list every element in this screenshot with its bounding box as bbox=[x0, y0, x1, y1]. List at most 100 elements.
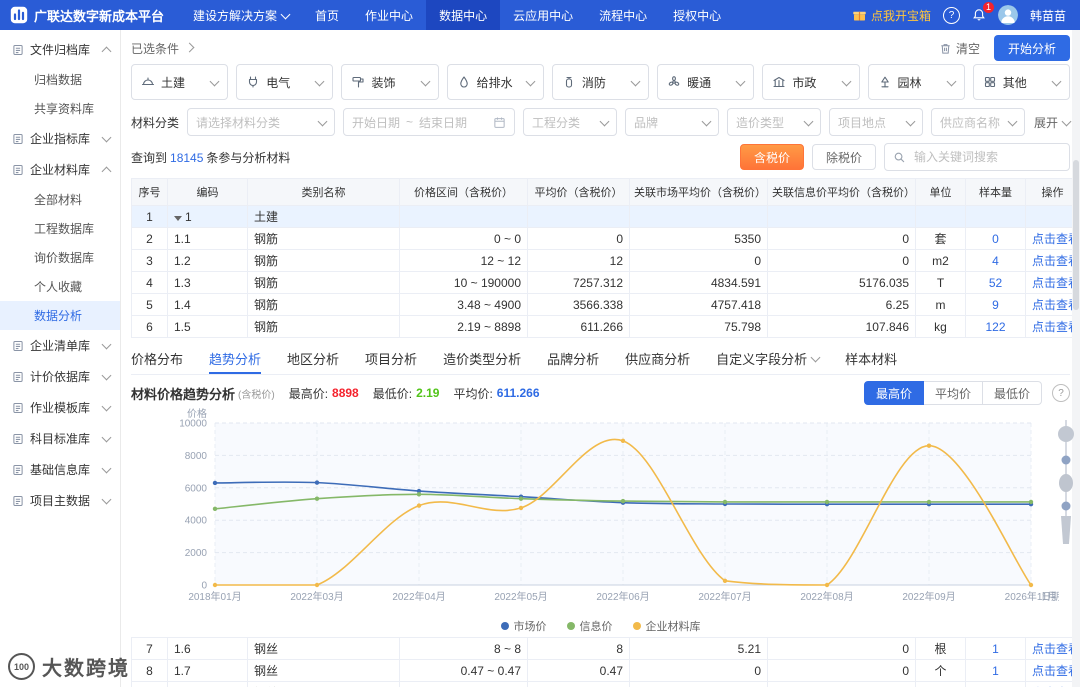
sidebar: 文件归档库 归档数据 共享资料库 企业指标库 企业材料库 全部材料 工程数据库 询价数据库 个人… bbox=[0, 30, 121, 687]
condition-bar: 已选条件 清空 开始分析 bbox=[131, 32, 1070, 64]
sidebar-group-enterprise-list[interactable]: 企业清单库 bbox=[0, 330, 120, 361]
materials-table: 序号 编码 类别名称 价格区间（含税价） 平均价（含税价） 关联市场平均价（含税价） 关联信… bbox=[131, 178, 1080, 338]
date-range-picker[interactable]: 开始日期 ~ 结束日期 bbox=[343, 108, 516, 136]
sidebar-group-enterprise-indicator[interactable]: 企业指标库 bbox=[0, 123, 120, 154]
table-row: 4 1.3 钢筋 10 ~ 190000 7257.312 4834.591 5176.03… bbox=[131, 271, 1080, 294]
sidebar-group-enterprise-material[interactable]: 企业材料库 bbox=[0, 154, 120, 185]
category-chip-decoration[interactable]: 装饰 bbox=[341, 64, 439, 100]
tab-trend-analysis[interactable]: 趋势分析 bbox=[209, 344, 262, 374]
chart-help-icon[interactable]: ? bbox=[1052, 384, 1070, 402]
chevron-up-icon bbox=[101, 166, 112, 176]
search-input[interactable] bbox=[912, 149, 1061, 165]
category-chip-electrical[interactable]: 电气 bbox=[236, 64, 334, 100]
sample-count-link[interactable]: 9 bbox=[992, 298, 999, 312]
nav-item-cloud-app-center[interactable]: 云应用中心 bbox=[500, 0, 586, 30]
category-chip-plumbing[interactable]: 给排水 bbox=[446, 64, 544, 100]
collapse-caret-icon[interactable] bbox=[174, 215, 182, 221]
svg-text:日期: 日期 bbox=[1041, 591, 1059, 603]
page-scrollbar[interactable] bbox=[1072, 30, 1080, 687]
project-location-select[interactable]: 项目地点 bbox=[829, 108, 924, 136]
nav-item-data-center[interactable]: 数据中心 bbox=[426, 0, 501, 30]
floating-decoration[interactable] bbox=[1053, 420, 1077, 552]
tax-included-button[interactable]: 含税价 bbox=[739, 144, 804, 170]
sidebar-item-project-db[interactable]: 工程数据库 bbox=[0, 214, 120, 243]
username[interactable]: 韩苗苗 bbox=[1030, 7, 1066, 24]
clear-button[interactable]: 清空 bbox=[939, 40, 980, 57]
sidebar-group-basic-info[interactable]: 基础信息库 bbox=[0, 454, 120, 485]
sidebar-item-inquiry-db[interactable]: 询价数据库 bbox=[0, 243, 120, 272]
nav-item-auth-center[interactable]: 授权中心 bbox=[660, 0, 734, 30]
category-chip-fire[interactable]: 消防 bbox=[551, 64, 650, 100]
tax-excluded-button[interactable]: 除税价 bbox=[811, 144, 876, 170]
sidebar-group-file-archive[interactable]: 文件归档库 bbox=[0, 34, 120, 65]
legend-item-企业材料库[interactable]: 企业材料库 bbox=[632, 618, 701, 634]
sidebar-group-subject-standard[interactable]: 科目标准库 bbox=[0, 423, 120, 454]
metric-max-button[interactable]: 最高价 bbox=[863, 381, 924, 405]
breadcrumb[interactable]: 已选条件 bbox=[131, 40, 195, 57]
sidebar-item-data-analysis[interactable]: 数据分析 bbox=[0, 301, 120, 330]
tab-project-analysis[interactable]: 项目分析 bbox=[365, 344, 417, 374]
brand-select[interactable]: 品牌 bbox=[625, 108, 720, 136]
tab-region-analysis[interactable]: 地区分析 bbox=[287, 344, 339, 374]
treasure-box-button[interactable]: 点我开宝箱 bbox=[852, 7, 931, 24]
sidebar-item-archive-data[interactable]: 归档数据 bbox=[0, 65, 120, 94]
category-chip-civil[interactable]: 土建 bbox=[131, 64, 229, 100]
tab-custom-field-analysis[interactable]: 自定义字段分析 bbox=[716, 344, 821, 374]
main-nav: 建设方解决方案 首页 作业中心 数据中心 云应用中心 流程中心 授权中心 bbox=[180, 0, 734, 30]
legend-item-信息价[interactable]: 信息价 bbox=[566, 618, 613, 634]
svg-text:8000: 8000 bbox=[185, 451, 208, 462]
sample-count-link[interactable]: 52 bbox=[989, 276, 1002, 290]
legend-item-市场价[interactable]: 市场价 bbox=[500, 618, 547, 634]
cost-type-select[interactable]: 造价类型 bbox=[727, 108, 822, 136]
category-chip-other[interactable]: 其他 bbox=[972, 64, 1070, 100]
chevron-down-icon bbox=[101, 401, 112, 412]
analysis-tabs: 价格分布 趋势分析 地区分析 项目分析 造价类型分析 品牌分析 供应商分析 自定义字段分析 样本… bbox=[131, 344, 1070, 375]
sample-count-link[interactable]: 4 bbox=[992, 254, 999, 268]
sidebar-item-favorites[interactable]: 个人收藏 bbox=[0, 272, 120, 301]
avatar[interactable] bbox=[997, 5, 1018, 25]
project-category-select[interactable]: 工程分类 bbox=[523, 108, 618, 136]
tab-brand-analysis[interactable]: 品牌分析 bbox=[547, 344, 599, 374]
sample-count-link[interactable]: 1 bbox=[992, 664, 999, 678]
nav-item-home[interactable]: 首页 bbox=[302, 0, 352, 30]
help-icon[interactable]: ? bbox=[942, 6, 960, 24]
sample-count-link[interactable]: 0 bbox=[992, 232, 999, 246]
search-box[interactable] bbox=[884, 143, 1070, 171]
sidebar-item-all-materials[interactable]: 全部材料 bbox=[0, 185, 120, 214]
metric-min-button[interactable]: 最低价 bbox=[981, 381, 1042, 405]
supplier-name-select[interactable]: 供应商名称 bbox=[931, 108, 1026, 136]
metric-avg-button[interactable]: 平均价 bbox=[922, 381, 983, 405]
project-master-icon bbox=[12, 495, 24, 507]
plumbing-icon bbox=[457, 75, 471, 89]
sidebar-group-work-template[interactable]: 作业模板库 bbox=[0, 392, 120, 423]
result-bar: 查询到 18145 条参与分析材料 含税价 除税价 bbox=[131, 142, 1070, 172]
chevron-down-icon bbox=[1051, 76, 1062, 86]
tab-sample-materials[interactable]: 样本材料 bbox=[845, 344, 897, 374]
tab-cost-type-analysis[interactable]: 造价类型分析 bbox=[443, 344, 521, 374]
nav-item-solution[interactable]: 建设方解决方案 bbox=[180, 0, 302, 30]
sidebar-item-shared-library[interactable]: 共享资料库 bbox=[0, 94, 120, 123]
chevron-down-icon bbox=[420, 76, 431, 86]
brand: 广联达数字新成本平台 bbox=[0, 6, 180, 25]
start-analysis-button[interactable]: 开始分析 bbox=[993, 35, 1070, 61]
material-category-select[interactable]: 请选择材料分类 bbox=[187, 108, 336, 136]
column-header: 样本量 bbox=[965, 178, 1026, 206]
notification-bell-icon[interactable]: 1 bbox=[972, 2, 994, 22]
enterprise-list-icon bbox=[12, 340, 24, 352]
sample-count-link[interactable]: 1 bbox=[992, 642, 999, 656]
category-chip-municipal[interactable]: 市政 bbox=[762, 64, 860, 100]
nav-item-work-center[interactable]: 作业中心 bbox=[352, 0, 426, 30]
category-chip-landscape[interactable]: 园林 bbox=[867, 64, 965, 100]
column-header: 关联市场平均价（含税价） bbox=[629, 178, 768, 206]
tab-supplier-analysis[interactable]: 供应商分析 bbox=[625, 344, 690, 374]
legend-dot-icon bbox=[500, 622, 509, 630]
category-chip-hvac[interactable]: 暖通 bbox=[657, 64, 755, 100]
table-row: 1 1 土建 bbox=[131, 205, 1080, 228]
tab-price-distribution[interactable]: 价格分布 bbox=[131, 344, 183, 374]
sidebar-group-project-master[interactable]: 项目主数据 bbox=[0, 485, 120, 516]
sidebar-group-pricing-basis[interactable]: 计价依据库 bbox=[0, 361, 120, 392]
nav-item-process-center[interactable]: 流程中心 bbox=[586, 0, 660, 30]
scrollbar-thumb[interactable] bbox=[1073, 160, 1079, 310]
expand-filters-button[interactable]: 展开 bbox=[1034, 114, 1072, 131]
sample-count-link[interactable]: 122 bbox=[985, 320, 1005, 334]
